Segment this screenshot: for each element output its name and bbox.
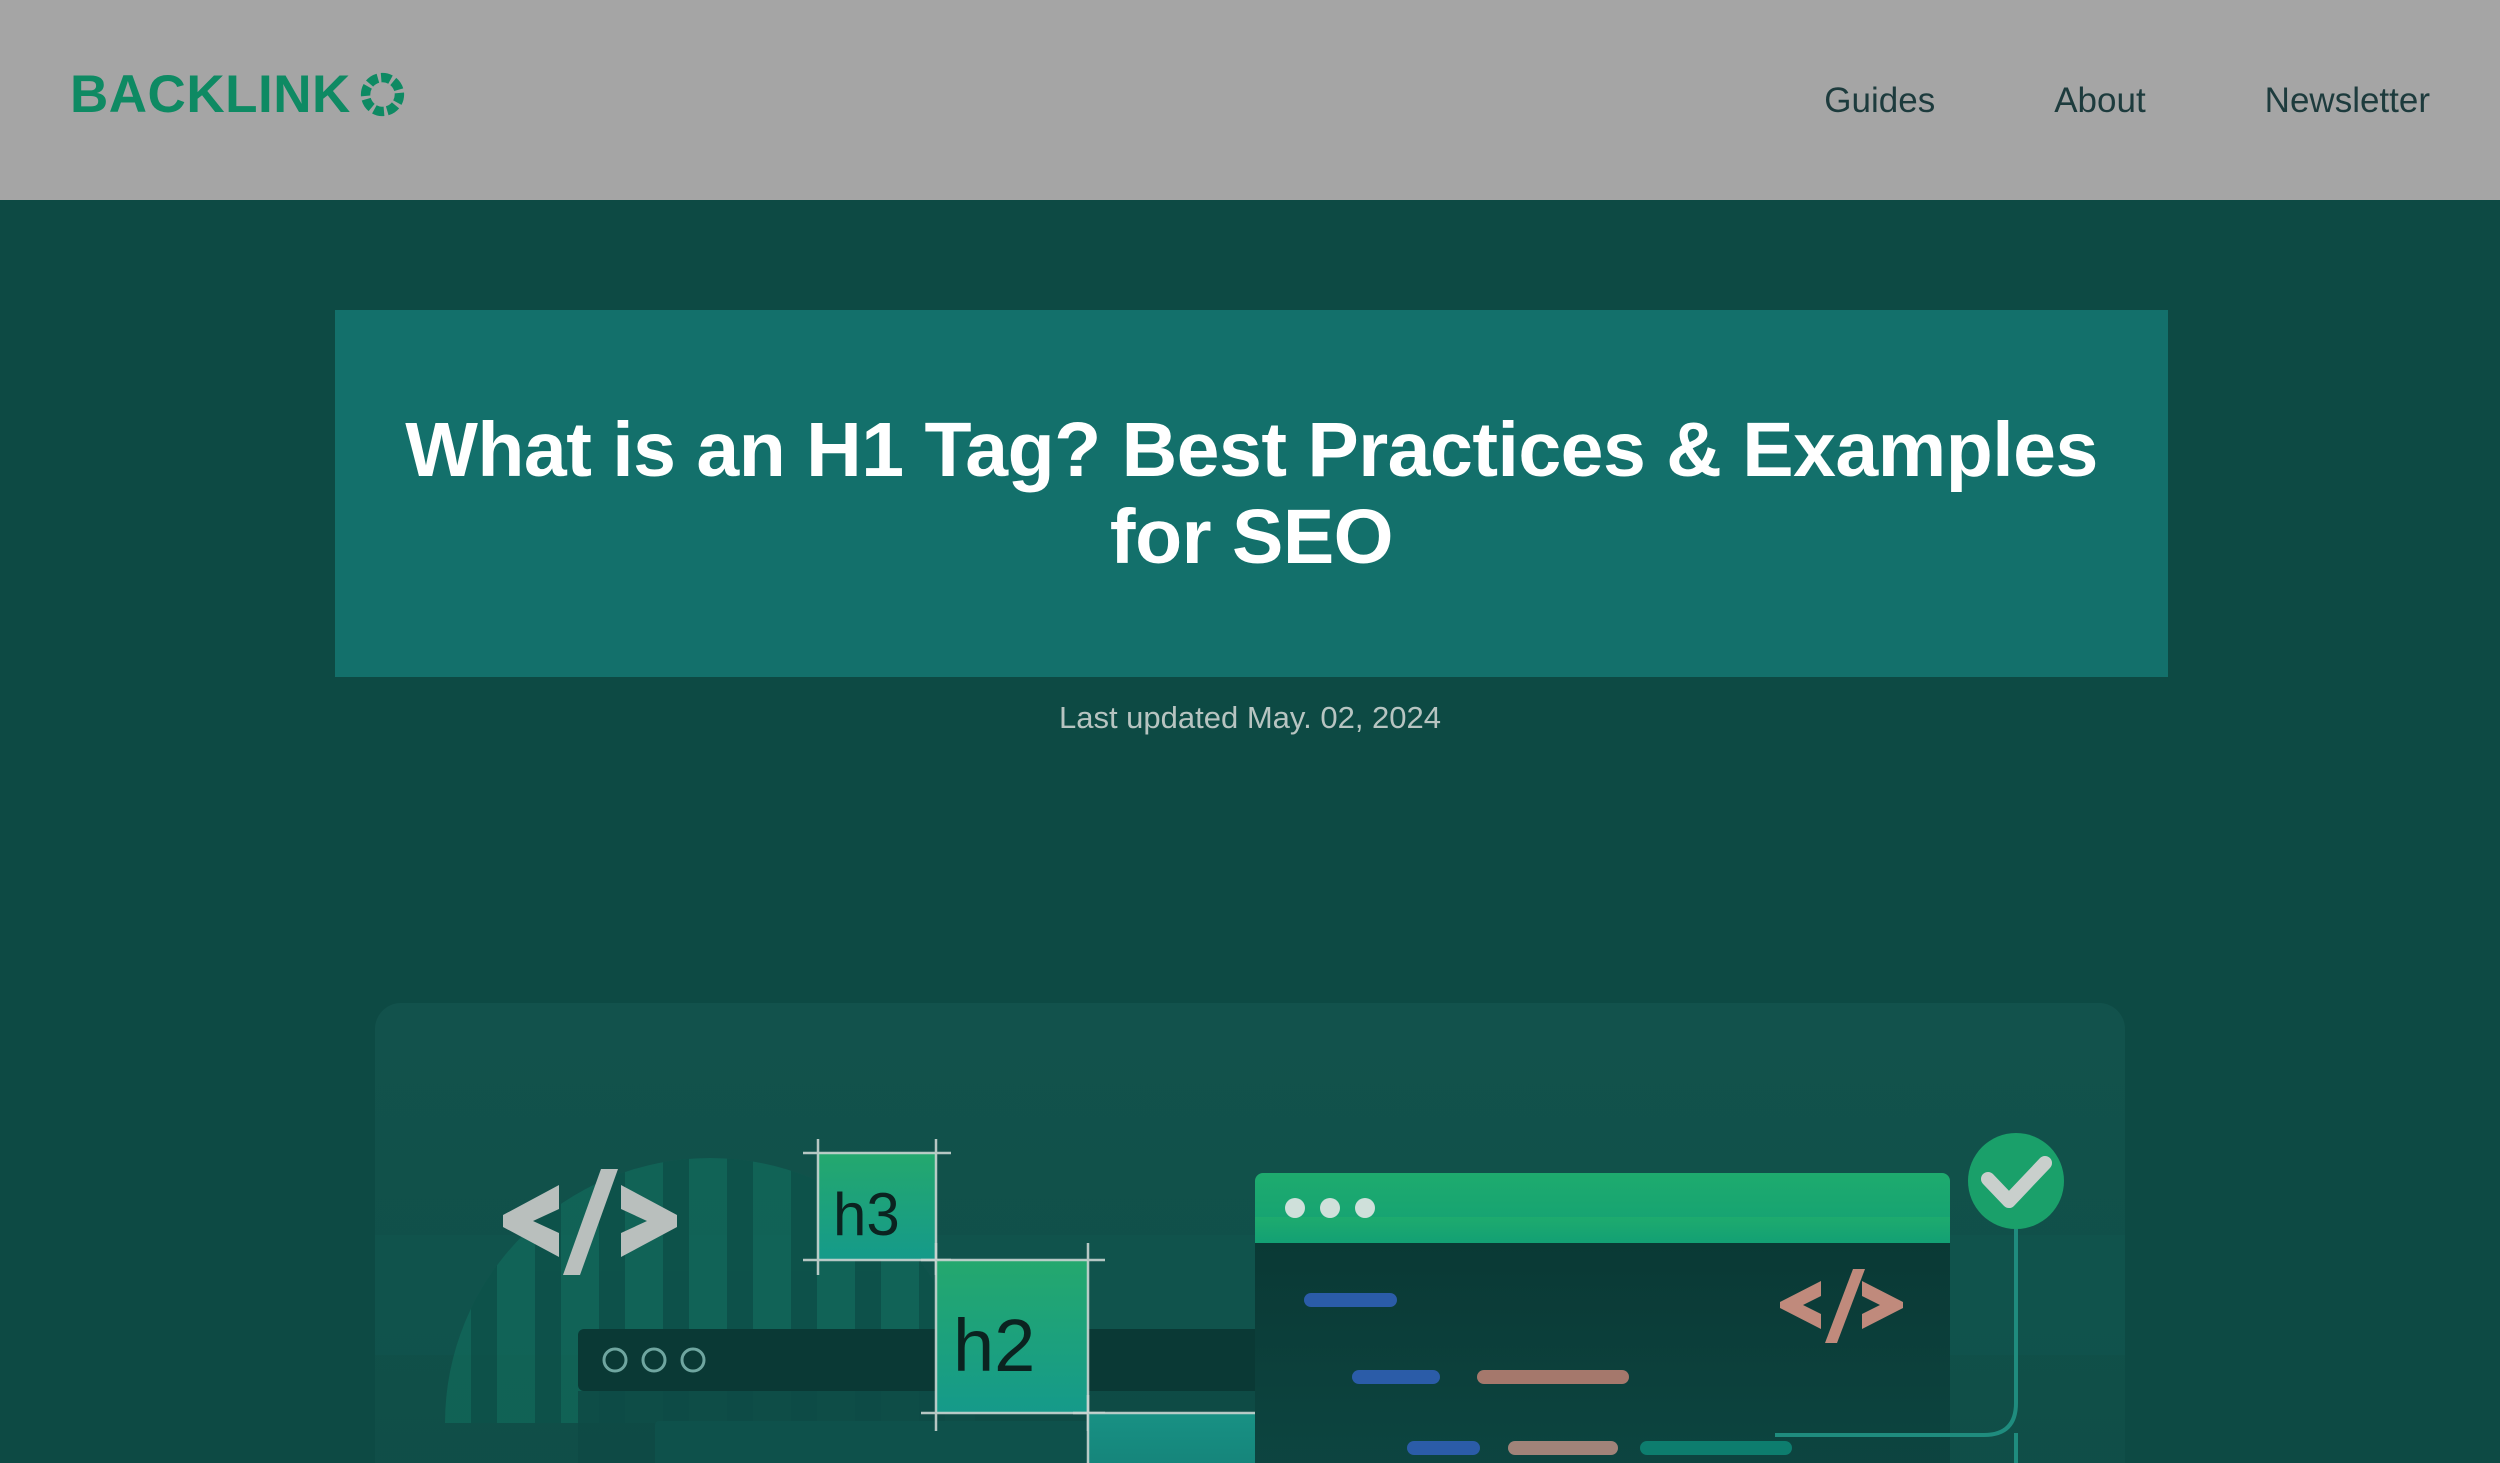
heading-box-h1-label: h1 [1110, 1459, 1219, 1463]
logo-wordmark: BACKLINK [70, 65, 351, 124]
nav-link-about[interactable]: About [2054, 83, 2145, 118]
editor-window-dots [1285, 1198, 1375, 1218]
site-header: BACKLINK Guides About Newsletter [0, 0, 2500, 200]
hero-illustration-graphic: h3 h2 [375, 1133, 2125, 1463]
heading-box-h3-group: h3 [803, 1139, 951, 1275]
last-updated-text: Last updated May. 02, 2024 [1058, 700, 1442, 735]
heading-box-h2-label: h2 [953, 1304, 1035, 1387]
heading-box-h3-label: h3 [833, 1181, 900, 1248]
nav-link-newsletter[interactable]: Newsletter [2265, 83, 2430, 118]
heading-box-h2-group: h2 [921, 1243, 1105, 1431]
hero-section: What is an H1 Tag? Best Practices & Exam… [0, 200, 2500, 1463]
logo-backlinko[interactable]: BACKLINK [70, 68, 404, 121]
nav-link-guides[interactable]: Guides [1824, 83, 1935, 118]
page-title: What is an H1 Tag? Best Practices & Exam… [405, 407, 2098, 580]
segmented-ring-icon [357, 71, 404, 118]
page-title-highlight-box: What is an H1 Tag? Best Practices & Exam… [335, 310, 2168, 677]
hero-illustration-card: h3 h2 [375, 1003, 2125, 1463]
code-editor-window [1255, 1173, 1950, 1463]
main-nav: Guides About Newsletter [1824, 0, 2430, 200]
